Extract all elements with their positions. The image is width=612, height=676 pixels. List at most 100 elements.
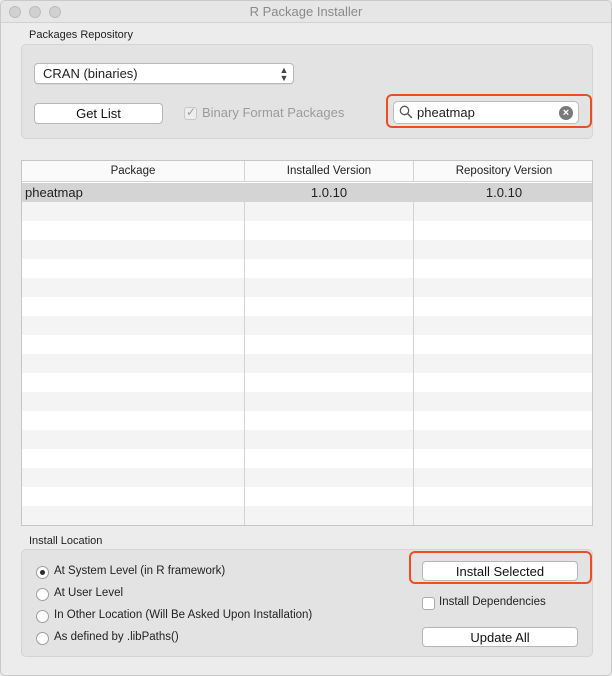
binary-format-label: Binary Format Packages — [202, 105, 345, 120]
cell-package — [22, 278, 245, 297]
cell-repository-version — [414, 297, 592, 316]
column-header-package[interactable]: Package — [22, 161, 245, 182]
cell-repository-version — [414, 468, 592, 487]
column-header-repository-version[interactable]: Repository Version — [414, 161, 592, 182]
cell-package — [22, 449, 245, 468]
radio-other-location-label: In Other Location (Will Be Asked Upon In… — [54, 609, 313, 621]
cell-repository-version — [414, 278, 592, 297]
cell-repository-version — [414, 373, 592, 392]
cell-repository-version — [414, 487, 592, 506]
cell-repository-version — [414, 506, 592, 525]
cell-package: pheatmap — [22, 183, 245, 202]
chevron-updown-icon: ▲ ▼ — [279, 65, 289, 83]
table-header: Package Installed Version Repository Ver… — [22, 161, 592, 182]
cell-repository-version — [414, 411, 592, 430]
binary-format-checkbox[interactable]: ✓ — [184, 105, 197, 120]
table-row[interactable] — [22, 259, 592, 278]
install-selected-highlight — [409, 551, 592, 584]
install-dependencies-checkbox[interactable] — [422, 597, 435, 610]
install-location-group-label: Install Location — [29, 535, 103, 547]
cell-package — [22, 335, 245, 354]
cell-installed-version — [245, 297, 414, 316]
cell-installed-version — [245, 202, 414, 221]
table-row[interactable] — [22, 240, 592, 259]
cell-installed-version — [245, 392, 414, 411]
table-row[interactable] — [22, 430, 592, 449]
cell-installed-version — [245, 354, 414, 373]
cell-installed-version — [245, 468, 414, 487]
cell-installed-version — [245, 487, 414, 506]
title-bar[interactable]: R Package Installer — [1, 1, 611, 23]
table-row[interactable] — [22, 487, 592, 506]
table-row[interactable] — [22, 392, 592, 411]
column-header-installed-version[interactable]: Installed Version — [245, 161, 414, 182]
table-row[interactable]: pheatmap 1.0.10 1.0.10 — [22, 183, 592, 202]
cell-repository-version — [414, 221, 592, 240]
radio-system-level[interactable] — [36, 566, 49, 579]
table-row[interactable] — [22, 221, 592, 240]
cell-installed-version — [245, 411, 414, 430]
repository-source-select[interactable]: CRAN (binaries) ▲ ▼ — [34, 63, 294, 84]
cell-repository-version — [414, 392, 592, 411]
cell-installed-version — [245, 335, 414, 354]
cell-package — [22, 259, 245, 278]
cell-package — [22, 506, 245, 525]
radio-libpaths-label: As defined by .libPaths() — [54, 631, 179, 643]
cell-repository-version — [414, 430, 592, 449]
table-row[interactable] — [22, 506, 592, 525]
radio-other-location[interactable] — [36, 610, 49, 623]
install-dependencies-label: Install Dependencies — [439, 596, 546, 608]
cell-package — [22, 202, 245, 221]
cell-repository-version — [414, 202, 592, 221]
table-row[interactable] — [22, 373, 592, 392]
update-all-button[interactable]: Update All — [422, 627, 578, 647]
get-list-button[interactable]: Get List — [34, 103, 163, 124]
radio-libpaths[interactable] — [36, 632, 49, 645]
cell-installed-version — [245, 240, 414, 259]
radio-user-level-label: At User Level — [54, 587, 124, 599]
cell-package — [22, 392, 245, 411]
cell-package — [22, 297, 245, 316]
table-row[interactable] — [22, 449, 592, 468]
table-row[interactable] — [22, 297, 592, 316]
cell-package — [22, 240, 245, 259]
cell-installed-version — [245, 221, 414, 240]
cell-package — [22, 487, 245, 506]
cell-installed-version — [245, 506, 414, 525]
repository-source-value: CRAN (binaries) — [43, 66, 138, 81]
cell-repository-version — [414, 354, 592, 373]
cell-package — [22, 411, 245, 430]
table-row[interactable] — [22, 468, 592, 487]
cell-installed-version — [245, 259, 414, 278]
search-highlight — [386, 94, 592, 128]
cell-installed-version — [245, 316, 414, 335]
package-table: Package Installed Version Repository Ver… — [21, 160, 593, 526]
table-row[interactable] — [22, 335, 592, 354]
table-row[interactable] — [22, 411, 592, 430]
cell-installed-version — [245, 373, 414, 392]
cell-repository-version — [414, 316, 592, 335]
cell-package — [22, 354, 245, 373]
cell-package — [22, 221, 245, 240]
cell-installed-version — [245, 430, 414, 449]
table-row[interactable] — [22, 354, 592, 373]
radio-user-level[interactable] — [36, 588, 49, 601]
cell-package — [22, 430, 245, 449]
cell-package — [22, 373, 245, 392]
checkmark-icon: ✓ — [186, 105, 197, 119]
table-row[interactable] — [22, 278, 592, 297]
cell-repository-version — [414, 449, 592, 468]
cell-repository-version — [414, 240, 592, 259]
window-title: R Package Installer — [249, 4, 363, 19]
cell-installed-version: 1.0.10 — [245, 183, 414, 202]
cell-installed-version — [245, 278, 414, 297]
table-row[interactable] — [22, 202, 592, 221]
cell-package — [22, 468, 245, 487]
installer-window: R Package Installer Packages Repository … — [0, 0, 612, 676]
repository-group-label: Packages Repository — [29, 29, 133, 41]
radio-system-level-label: At System Level (in R framework) — [54, 565, 226, 577]
table-row[interactable] — [22, 316, 592, 335]
cell-installed-version — [245, 449, 414, 468]
cell-repository-version — [414, 335, 592, 354]
cell-repository-version: 1.0.10 — [485, 185, 523, 200]
